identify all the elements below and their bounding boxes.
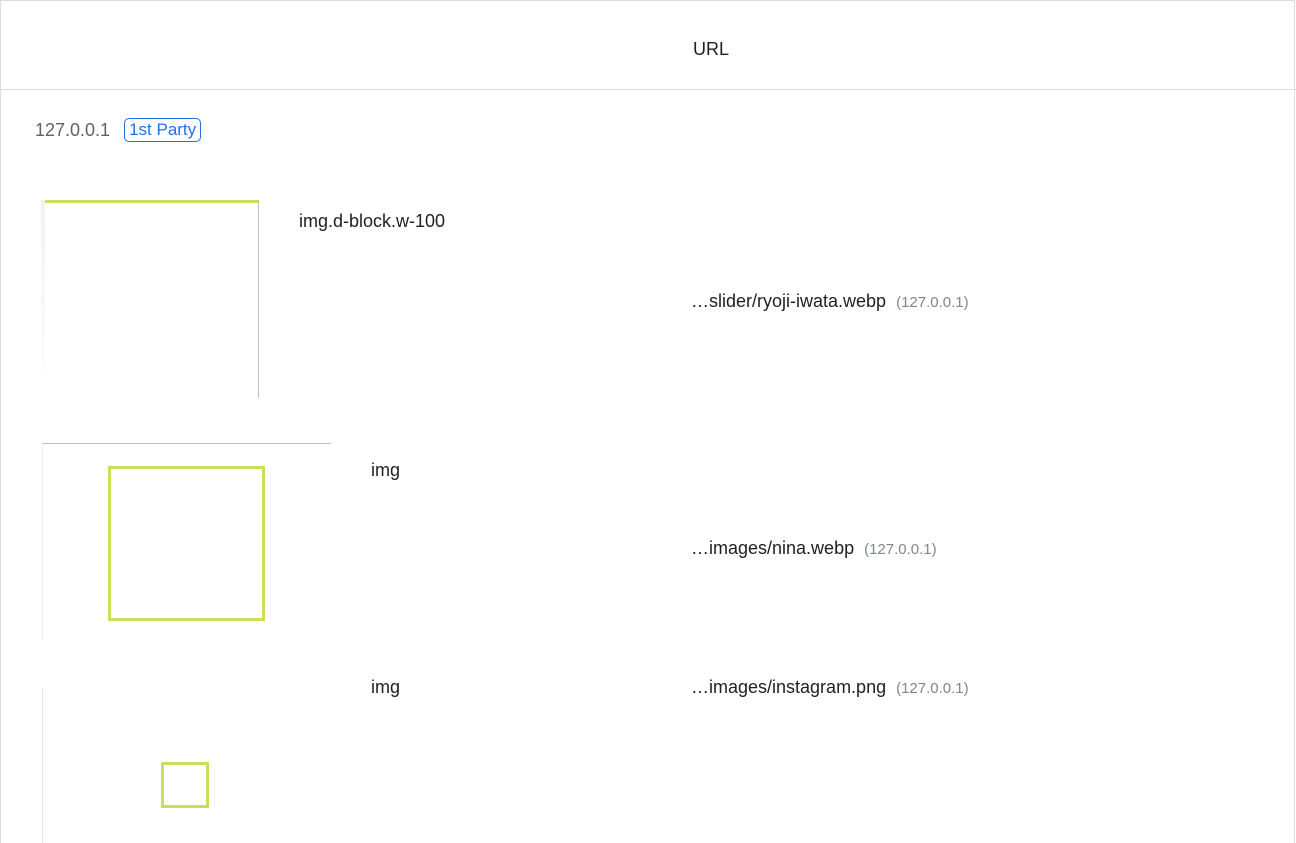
entity-host: 127.0.0.1 [35,119,111,140]
element-highlight-box [108,466,265,621]
first-party-badge: 1st Party [124,118,202,142]
thumbnail-edge [41,200,45,401]
entity-group-row: 127.0.0.1 1st Party [35,118,202,142]
node-selector[interactable]: img [371,677,400,698]
url-column-header[interactable]: URL [693,39,729,60]
node-selector[interactable]: img.d-block.w-100 [299,211,445,232]
url-host: (127.0.0.1) [896,294,969,311]
element-highlight-box [161,762,209,808]
element-screenshot-thumbnail[interactable] [42,443,331,640]
table-right-border [1294,176,1295,843]
url-path[interactable]: …images/instagram.png [691,677,886,698]
resource-url[interactable]: …images/nina.webp (127.0.0.1) [691,538,937,559]
url-path[interactable]: …slider/ryoji-iwata.webp [691,291,886,312]
node-selector[interactable]: img [371,460,400,481]
element-screenshot-thumbnail[interactable] [42,688,43,843]
resource-url[interactable]: …slider/ryoji-iwata.webp (127.0.0.1) [691,291,969,312]
resource-url[interactable]: …images/instagram.png (127.0.0.1) [691,677,969,698]
url-host: (127.0.0.1) [896,680,969,697]
table-header: URL [1,1,1296,90]
url-path[interactable]: …images/nina.webp [691,538,854,559]
url-host: (127.0.0.1) [864,541,937,558]
element-screenshot-thumbnail[interactable] [41,200,259,401]
